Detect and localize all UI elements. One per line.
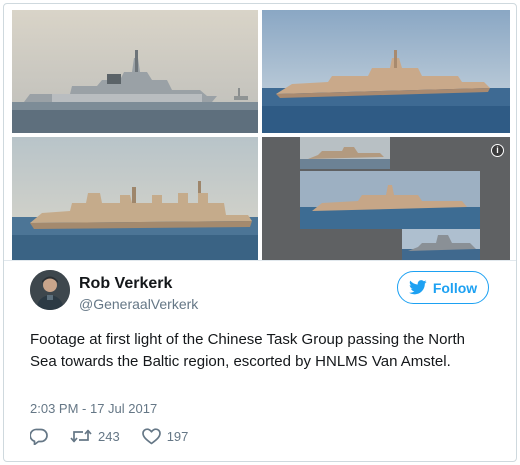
reply-action[interactable]: [30, 428, 48, 445]
avatar[interactable]: [30, 270, 70, 310]
twitter-bird-icon: [408, 280, 427, 295]
heart-icon: [141, 427, 161, 445]
photo-montage[interactable]: i: [262, 137, 510, 260]
photo-frigate-1[interactable]: [12, 10, 258, 133]
tweet-text: Footage at first light of the Chinese Ta…: [30, 331, 465, 370]
like-action[interactable]: 197: [141, 427, 189, 445]
photo-grid: i: [12, 10, 510, 260]
info-icon[interactable]: i: [491, 144, 504, 157]
photo-frigate-2[interactable]: [262, 10, 510, 133]
like-count: 197: [166, 428, 189, 444]
author-name[interactable]: Rob Verkerk: [79, 275, 172, 293]
reply-icon: [30, 428, 48, 445]
photo-supply-ship[interactable]: [12, 137, 258, 260]
tweet-card: i Rob Verkerk @GeneraalVerkerk Follow Fo…: [3, 3, 517, 462]
tweet-timestamp[interactable]: 2:03 PM - 17 Jul 2017: [30, 401, 157, 416]
follow-button[interactable]: Follow: [397, 271, 489, 304]
divider: [4, 260, 516, 261]
follow-label: Follow: [432, 279, 478, 296]
tweet-actions: 243 197: [30, 426, 210, 446]
retweet-icon: [70, 428, 92, 444]
retweet-count: 243: [98, 428, 120, 444]
author-handle[interactable]: @GeneraalVerkerk: [79, 296, 198, 312]
retweet-action[interactable]: 243: [70, 428, 120, 444]
